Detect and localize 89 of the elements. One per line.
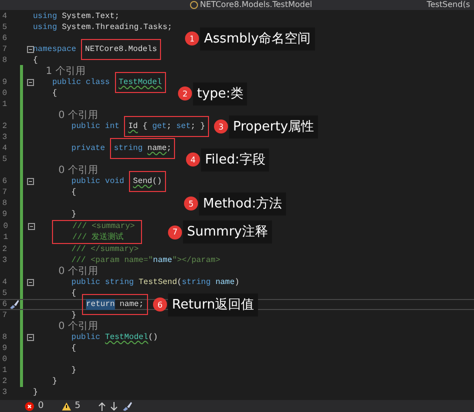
- highlight-box: TestModel: [114, 72, 166, 93]
- step-number: 5: [184, 196, 198, 210]
- line-number: 9: [1, 209, 7, 220]
- code-line: public string TestSend(string name): [70, 277, 240, 288]
- code-line: using System.Threading.Tasks;: [33, 22, 172, 33]
- up-arrow-icon: [98, 402, 106, 410]
- line-number: 5: [1, 154, 7, 165]
- line-number: 1: [2, 232, 8, 243]
- callout-label: Filed:字段: [201, 148, 270, 171]
- error-icon: [25, 402, 34, 410]
- code-text: private: [70, 143, 106, 154]
- code-line: {: [51, 88, 58, 99]
- callout-label: Return返回值: [168, 293, 258, 316]
- line-number: 4: [1, 11, 7, 22]
- highlight-box: string name;: [110, 138, 176, 159]
- reference-count[interactable]: 0 个引用: [33, 266, 98, 277]
- line-number: 3: [1, 387, 7, 398]
- code-line: }: [70, 209, 76, 220]
- step-number: 3: [214, 120, 228, 134]
- line-number: 2: [1, 244, 7, 255]
- line-number: 4: [1, 277, 7, 288]
- reference-count[interactable]: 1 个引用: [33, 66, 86, 77]
- code-line: }: [51, 376, 58, 387]
- line-number: 6: [1, 299, 7, 310]
- line-number: 2: [1, 121, 7, 132]
- line-number: 5: [1, 22, 7, 33]
- line-number: 3: [1, 132, 7, 143]
- line-number: 9: [1, 343, 7, 354]
- highlight-box: Id { get; set; }: [124, 116, 210, 137]
- code-line: {: [33, 55, 38, 66]
- code-line: {: [70, 288, 76, 299]
- code-line: }: [70, 365, 76, 376]
- line-number: 7: [1, 44, 7, 55]
- class-icon: [190, 1, 198, 9]
- line-number: 0: [1, 88, 7, 99]
- line-number: 7: [1, 187, 7, 198]
- highlight-box: NETCore8.Models: [81, 39, 162, 60]
- reference-count[interactable]: 0 个引用: [33, 165, 98, 176]
- step-number: 1: [185, 32, 199, 46]
- line-number: 9: [1, 77, 7, 88]
- code-text: public int: [70, 121, 120, 132]
- code-line: /// 发送测试: [71, 232, 124, 243]
- step-number: 4: [186, 152, 200, 166]
- code-line: using System.Text;: [33, 11, 120, 22]
- code-line: {: [70, 187, 76, 198]
- code-line: }: [70, 310, 76, 321]
- line-number: 1: [1, 365, 7, 376]
- reference-count[interactable]: 0 个引用: [33, 321, 98, 332]
- warning-icon: [62, 402, 71, 410]
- error-count[interactable]: 0: [38, 400, 44, 412]
- line-number: 8: [1, 332, 7, 343]
- code-line: }: [33, 387, 38, 398]
- line-number: 6: [1, 176, 7, 187]
- step-number: 7: [168, 225, 182, 239]
- step-number: 2: [178, 86, 192, 100]
- code-line: /// </summary>: [70, 244, 139, 255]
- line-number: 2: [1, 376, 7, 387]
- line-number: 8: [1, 55, 7, 66]
- line-number: 1: [1, 99, 7, 110]
- callout-label: Summry注释: [183, 220, 272, 244]
- scope-dropdown[interactable]: NETCore8.Models.TestModel: [190, 0, 312, 10]
- line-number: 6: [1, 33, 7, 44]
- reference-count[interactable]: 0 个引用: [33, 110, 98, 121]
- callout-label: Method:方法: [199, 192, 286, 215]
- line-number: 5: [1, 288, 7, 299]
- callout-label: Assmbly命名空间: [200, 27, 315, 50]
- highlight-box: return name;: [82, 294, 148, 315]
- code-line: /// <summary>: [71, 221, 135, 232]
- step-number: 6: [153, 298, 167, 312]
- code-text: public void: [70, 176, 126, 187]
- line-number: 4: [1, 143, 7, 154]
- line-number: 0: [1, 354, 7, 365]
- line-number: 0: [2, 221, 8, 232]
- code-text: public class: [51, 77, 111, 88]
- line-number: 8: [1, 198, 7, 209]
- callout-label: Property属性: [229, 115, 318, 138]
- code-line: /// <param name="name"></param>: [70, 255, 220, 266]
- brush-icon: [9, 299, 20, 310]
- highlight-box: Send(): [129, 171, 166, 192]
- callout-label: type:类: [193, 82, 248, 105]
- line-number: 3: [1, 255, 7, 266]
- code-line: {: [70, 343, 76, 354]
- code-text: namespace: [33, 44, 78, 55]
- code-line: public TestModel(): [70, 332, 158, 343]
- warning-count[interactable]: 5: [74, 400, 80, 412]
- brush-icon: [122, 401, 134, 411]
- member-dropdown[interactable]: TestSend(s: [426, 0, 470, 10]
- down-arrow-icon: [110, 402, 118, 410]
- line-number: 7: [1, 310, 7, 321]
